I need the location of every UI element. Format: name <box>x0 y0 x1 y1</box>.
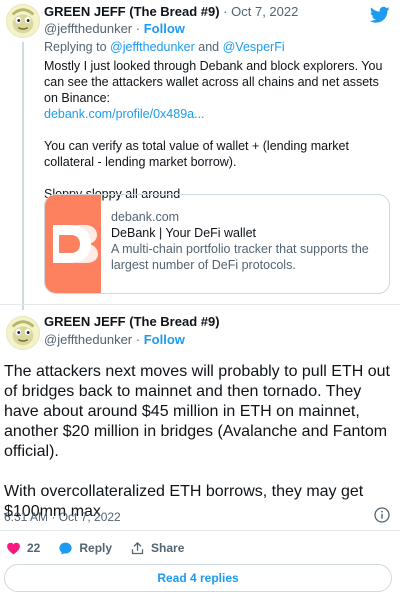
card-description: A multi-chain portfolio tracker that sup… <box>111 242 369 272</box>
share-label: Share <box>151 541 185 555</box>
replying-and: and <box>198 40 220 54</box>
dot-separator: · <box>223 4 228 19</box>
dot-separator: · <box>135 21 141 36</box>
share-button[interactable]: Share <box>130 541 184 556</box>
info-icon[interactable] <box>374 507 390 523</box>
avatar[interactable] <box>6 4 40 38</box>
avatar[interactable] <box>6 316 40 350</box>
tweet2-text-1: The attackers next moves will probably t… <box>4 363 390 460</box>
tweet-parent: GREEN JEFF (The Bread #9) · Oct 7, 2022 … <box>0 0 400 310</box>
tweet2-body: The attackers next moves will probably t… <box>4 362 396 522</box>
tweet-actions: 22 Reply Share <box>6 539 202 557</box>
author-handle[interactable]: @jeffthedunker <box>44 332 132 347</box>
tweet1-text-1: Mostly I just looked through Debank and … <box>44 59 383 105</box>
tweet2-handle-row: @jeffthedunker · Follow <box>44 332 185 347</box>
tweet1-header: GREEN JEFF (The Bread #9) · Oct 7, 2022 <box>44 4 298 19</box>
read-replies-button[interactable]: Read 4 replies <box>4 564 392 592</box>
link-preview-card[interactable]: debank.com DeBank | Your DeFi wallet A m… <box>44 194 390 294</box>
share-icon <box>131 541 144 554</box>
follow-button[interactable]: Follow <box>144 21 185 36</box>
follow-button[interactable]: Follow <box>144 332 185 347</box>
tweet-divider <box>0 304 400 305</box>
tweet-timestamp[interactable]: 6:31 AM · Oct 7, 2022 <box>4 510 121 524</box>
debank-logo-mark <box>53 225 98 263</box>
replying-to: Replying to @jeffthedunker and @VesperFi <box>44 40 285 54</box>
replying-prefix: Replying to <box>44 40 107 54</box>
reply-icon <box>59 542 72 555</box>
card-title: DeBank | Your DeFi wallet <box>111 226 256 240</box>
tweet1-handle-row: @jeffthedunker · Follow <box>44 21 185 36</box>
tweet2-header: GREEN JEFF (The Bread #9) <box>44 314 220 329</box>
author-name[interactable]: GREEN JEFF (The Bread #9) <box>44 314 220 329</box>
tweet1-body: Mostly I just looked through Debank and … <box>44 58 388 202</box>
read-replies-label: Read 4 replies <box>157 571 239 585</box>
tweet-date[interactable]: Oct 7, 2022 <box>231 4 298 19</box>
dot-separator: · <box>135 332 141 347</box>
tweet1-text-2: You can verify as total value of wallet … <box>44 139 349 169</box>
card-text: debank.com DeBank | Your DeFi wallet A m… <box>101 195 389 293</box>
like-count: 22 <box>27 541 41 555</box>
twitter-bird-icon[interactable] <box>370 6 390 24</box>
avatar-image <box>7 317 39 349</box>
author-handle[interactable]: @jeffthedunker <box>44 21 132 36</box>
reply-mention-1[interactable]: @jeffthedunker <box>110 40 195 54</box>
reply-button[interactable]: Reply <box>58 541 112 556</box>
debank-profile-link[interactable]: debank.com/profile/0x489a... <box>44 106 388 122</box>
actions-divider <box>0 530 400 531</box>
avatar-image <box>7 5 39 37</box>
heart-icon <box>7 542 20 554</box>
card-domain: debank.com <box>111 210 180 224</box>
reply-label: Reply <box>79 541 113 555</box>
reply-mention-2[interactable]: @VesperFi <box>223 40 285 54</box>
thread-connector-line <box>22 42 24 310</box>
debank-logo <box>45 195 101 293</box>
author-name[interactable]: GREEN JEFF (The Bread #9) <box>44 4 220 19</box>
like-button[interactable]: 22 <box>6 541 40 556</box>
